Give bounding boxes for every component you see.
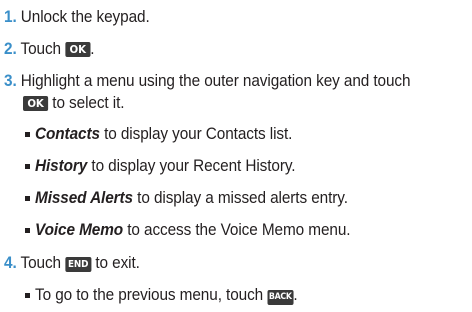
back-note-text: To go to the previous menu, touch <box>35 286 264 304</box>
step-1: 1. Unlock the keypad. <box>4 7 150 27</box>
back-note: To go to the previous menu, touch BACK. <box>35 285 298 305</box>
step-4-text: Touch <box>20 254 62 272</box>
back-key-icon: BACK <box>267 290 294 305</box>
bullet-icon <box>25 132 30 137</box>
bullet-icon <box>25 196 30 201</box>
menu-item-term: Voice Memo <box>35 221 124 239</box>
step-3-continued: OK to select it. <box>23 93 125 113</box>
menu-item-contacts: Contacts to display your Contacts list. <box>35 124 292 144</box>
step-2-period: . <box>90 40 95 58</box>
step-3: 3. Highlight a menu using the outer navi… <box>4 71 411 91</box>
menu-item-missed-alerts: Missed Alerts to display a missed alerts… <box>35 188 348 208</box>
menu-item-term: Missed Alerts <box>35 189 134 207</box>
step-3-number: 3. <box>4 72 17 90</box>
step-2-number: 2. <box>4 40 17 58</box>
end-key-icon: END <box>65 257 92 272</box>
step-3-text-line2: to select it. <box>52 94 125 112</box>
ok-key-icon: OK <box>23 96 49 111</box>
bullet-icon <box>25 164 30 169</box>
step-2: 2. Touch OK. <box>4 39 95 59</box>
step-4: 4. Touch END to exit. <box>4 253 140 273</box>
step-1-text: Unlock the keypad. <box>20 8 150 26</box>
ok-key-icon: OK <box>65 42 91 57</box>
step-3-text-line1: Highlight a menu using the outer navigat… <box>20 72 411 90</box>
back-note-period: . <box>293 286 298 304</box>
menu-item-term: History <box>35 157 88 175</box>
step-4-text-post: to exit. <box>95 254 140 272</box>
menu-item-term: Contacts <box>35 125 100 143</box>
step-1-number: 1. <box>4 8 17 26</box>
menu-item-desc: to display a missed alerts entry. <box>137 189 348 207</box>
instructions-document: 1. Unlock the keypad. 2. Touch OK. 3. Hi… <box>0 0 472 312</box>
menu-item-history: History to display your Recent History. <box>35 156 296 176</box>
menu-item-desc: to display your Recent History. <box>91 157 296 175</box>
menu-item-desc: to display your Contacts list. <box>104 125 293 143</box>
bullet-icon <box>25 293 30 298</box>
menu-item-desc: to access the Voice Memo menu. <box>127 221 351 239</box>
step-2-text: Touch <box>20 40 62 58</box>
bullet-icon <box>25 228 30 233</box>
menu-item-voice-memo: Voice Memo to access the Voice Memo menu… <box>35 220 351 240</box>
step-4-number: 4. <box>4 254 17 272</box>
